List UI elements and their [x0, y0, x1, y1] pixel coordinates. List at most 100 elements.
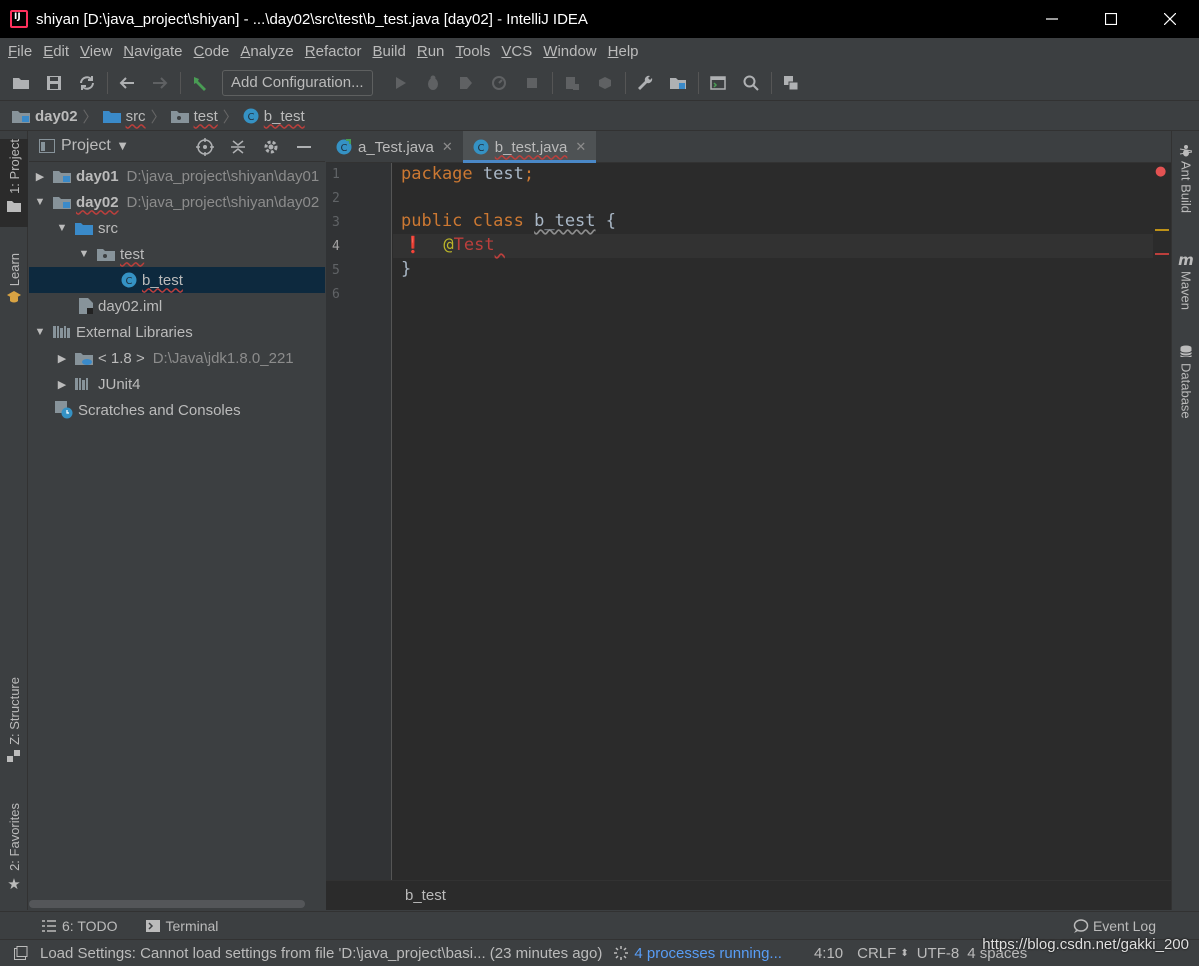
locate-file-button[interactable]: [193, 135, 217, 159]
collapse-all-button[interactable]: [226, 135, 250, 159]
debug-button[interactable]: [420, 70, 446, 96]
run-anything-button[interactable]: [705, 70, 731, 96]
project-tool-tab[interactable]: 1: Project: [0, 139, 28, 227]
open-folder-button[interactable]: [8, 70, 34, 96]
code-line: }: [401, 259, 412, 279]
tree-item-scratches[interactable]: Scratches and Consoles: [29, 397, 325, 423]
learn-tool-tab[interactable]: Learn: [0, 253, 28, 313]
menu-help[interactable]: Help: [603, 38, 644, 65]
project-structure-button[interactable]: [665, 70, 691, 96]
maximize-button[interactable]: [1081, 0, 1140, 38]
tab-label: a_Test.java: [358, 138, 434, 156]
deploy-button[interactable]: [592, 70, 618, 96]
tab-a-test-java[interactable]: C a_Test.java ✕: [326, 131, 463, 163]
breadcrumb-b-test[interactable]: C b_test: [243, 108, 305, 125]
menu-build[interactable]: Build: [367, 38, 410, 65]
tasks-button[interactable]: [778, 70, 804, 96]
tree-item-jdk[interactable]: ▶ < 1.8 > D:\Java\jdk1.8.0_221: [29, 345, 325, 371]
run-coverage-button[interactable]: [453, 70, 479, 96]
terminal-tool-button[interactable]: Terminal: [145, 918, 218, 934]
expand-arrow-icon[interactable]: ▶: [33, 170, 47, 183]
breadcrumb-src[interactable]: src: [102, 108, 146, 125]
structure-tool-label: Z: Structure: [6, 677, 22, 745]
tree-item-test[interactable]: ▼ test: [29, 241, 325, 267]
event-log-button[interactable]: Event Log: [1073, 918, 1156, 934]
tab-b-test-java[interactable]: C b_test.java ✕: [462, 131, 597, 163]
project-panel-title[interactable]: Project: [61, 137, 111, 155]
code-editor[interactable]: package test; public class b_test { ❗ @T…: [393, 163, 1153, 880]
tree-item-src[interactable]: ▼ src: [29, 215, 325, 241]
add-configuration-button[interactable]: Add Configuration...: [222, 69, 373, 96]
tree-item-day01[interactable]: ▶ day01 D:\java_project\shiyan\day01: [29, 163, 325, 189]
hide-panel-button[interactable]: [292, 135, 316, 159]
back-button[interactable]: [114, 70, 140, 96]
search-everywhere-button[interactable]: [738, 70, 764, 96]
error-mark[interactable]: [1155, 253, 1169, 255]
tree-item-day02[interactable]: ▼ day02 D:\java_project\shiyan\day02: [29, 189, 325, 215]
forward-button[interactable]: [147, 70, 173, 96]
tree-item-b-test[interactable]: C b_test: [29, 267, 325, 293]
close-tab-icon[interactable]: ✕: [575, 139, 586, 155]
tree-item-junit4[interactable]: ▶ JUnit4: [29, 371, 325, 397]
maven-tool-tab[interactable]: m Maven: [1172, 251, 1199, 321]
watermark: https://blog.csdn.net/gakki_200: [982, 936, 1189, 953]
attach-debugger-button[interactable]: [559, 70, 585, 96]
breadcrumb-test[interactable]: test: [170, 107, 218, 125]
menu-file[interactable]: File: [3, 38, 37, 65]
favorites-tool-tab[interactable]: 2: Favorites ★: [0, 803, 28, 899]
panel-settings-button[interactable]: [259, 135, 283, 159]
collapse-arrow-icon[interactable]: ▼: [55, 222, 69, 234]
editor-breadcrumb[interactable]: b_test: [405, 887, 446, 904]
expand-arrow-icon[interactable]: ▶: [55, 378, 69, 391]
structure-tool-tab[interactable]: Z: Structure: [0, 677, 28, 773]
menu-view[interactable]: View: [75, 38, 117, 65]
breadcrumb-day02[interactable]: day02: [12, 108, 78, 125]
collapse-arrow-icon[interactable]: ▼: [33, 196, 47, 208]
collapse-arrow-icon[interactable]: ▼: [77, 248, 91, 260]
layout-toggle-icon[interactable]: [14, 946, 28, 960]
background-processes-link[interactable]: 4 processes running...: [634, 945, 782, 962]
settings-button[interactable]: [632, 70, 658, 96]
breadcrumb-label: test: [193, 107, 218, 125]
status-message[interactable]: Load Settings: Cannot load settings from…: [40, 945, 602, 962]
menu-run[interactable]: Run: [412, 38, 450, 65]
line-number: 5: [332, 263, 340, 278]
menu-code[interactable]: Code: [189, 38, 235, 65]
close-tab-icon[interactable]: ✕: [442, 139, 453, 155]
line-number: 1: [332, 167, 340, 182]
menu-navigate[interactable]: Navigate: [118, 38, 187, 65]
caret-position[interactable]: 4:10: [814, 945, 843, 962]
tree-item-external-libraries[interactable]: ▼ External Libraries: [29, 319, 325, 345]
todo-tool-button[interactable]: 6: TODO: [42, 918, 118, 934]
line-separator-selector[interactable]: CRLF: [857, 945, 896, 962]
svg-text:C: C: [247, 112, 254, 123]
warning-mark[interactable]: [1155, 229, 1169, 231]
dropdown-arrow-icon[interactable]: ▼: [119, 141, 127, 152]
menu-refactor[interactable]: Refactor: [300, 38, 367, 65]
build-project-button[interactable]: [187, 70, 213, 96]
menu-analyze[interactable]: Analyze: [235, 38, 298, 65]
menu-tools[interactable]: Tools: [450, 38, 495, 65]
save-all-button[interactable]: [41, 70, 67, 96]
ant-build-tool-tab[interactable]: Ant Build: [1172, 143, 1199, 223]
gear-icon: [264, 140, 278, 153]
profile-button[interactable]: [486, 70, 512, 96]
menu-vcs[interactable]: VCS: [496, 38, 537, 65]
horizontal-scrollbar[interactable]: [29, 900, 305, 908]
project-tool-label: 1: Project: [6, 139, 22, 194]
database-tool-tab[interactable]: Database: [1172, 345, 1199, 429]
menu-window[interactable]: Window: [538, 38, 601, 65]
collapse-arrow-icon[interactable]: ▼: [33, 326, 47, 338]
tree-item-day02-iml[interactable]: day02.iml: [29, 293, 325, 319]
menu-edit[interactable]: Edit: [38, 38, 74, 65]
run-button[interactable]: [387, 70, 413, 96]
intention-bulb-icon[interactable]: ❗: [403, 235, 423, 254]
close-window-button[interactable]: [1140, 0, 1199, 38]
encoding-selector[interactable]: UTF-8: [917, 945, 960, 962]
jdk-folder-icon: [75, 353, 93, 365]
minimize-button[interactable]: [1022, 0, 1081, 38]
expand-arrow-icon[interactable]: ▶: [55, 352, 69, 365]
error-indicator-icon[interactable]: ●: [1155, 164, 1166, 179]
stop-button[interactable]: [519, 70, 545, 96]
sync-button[interactable]: [74, 70, 100, 96]
